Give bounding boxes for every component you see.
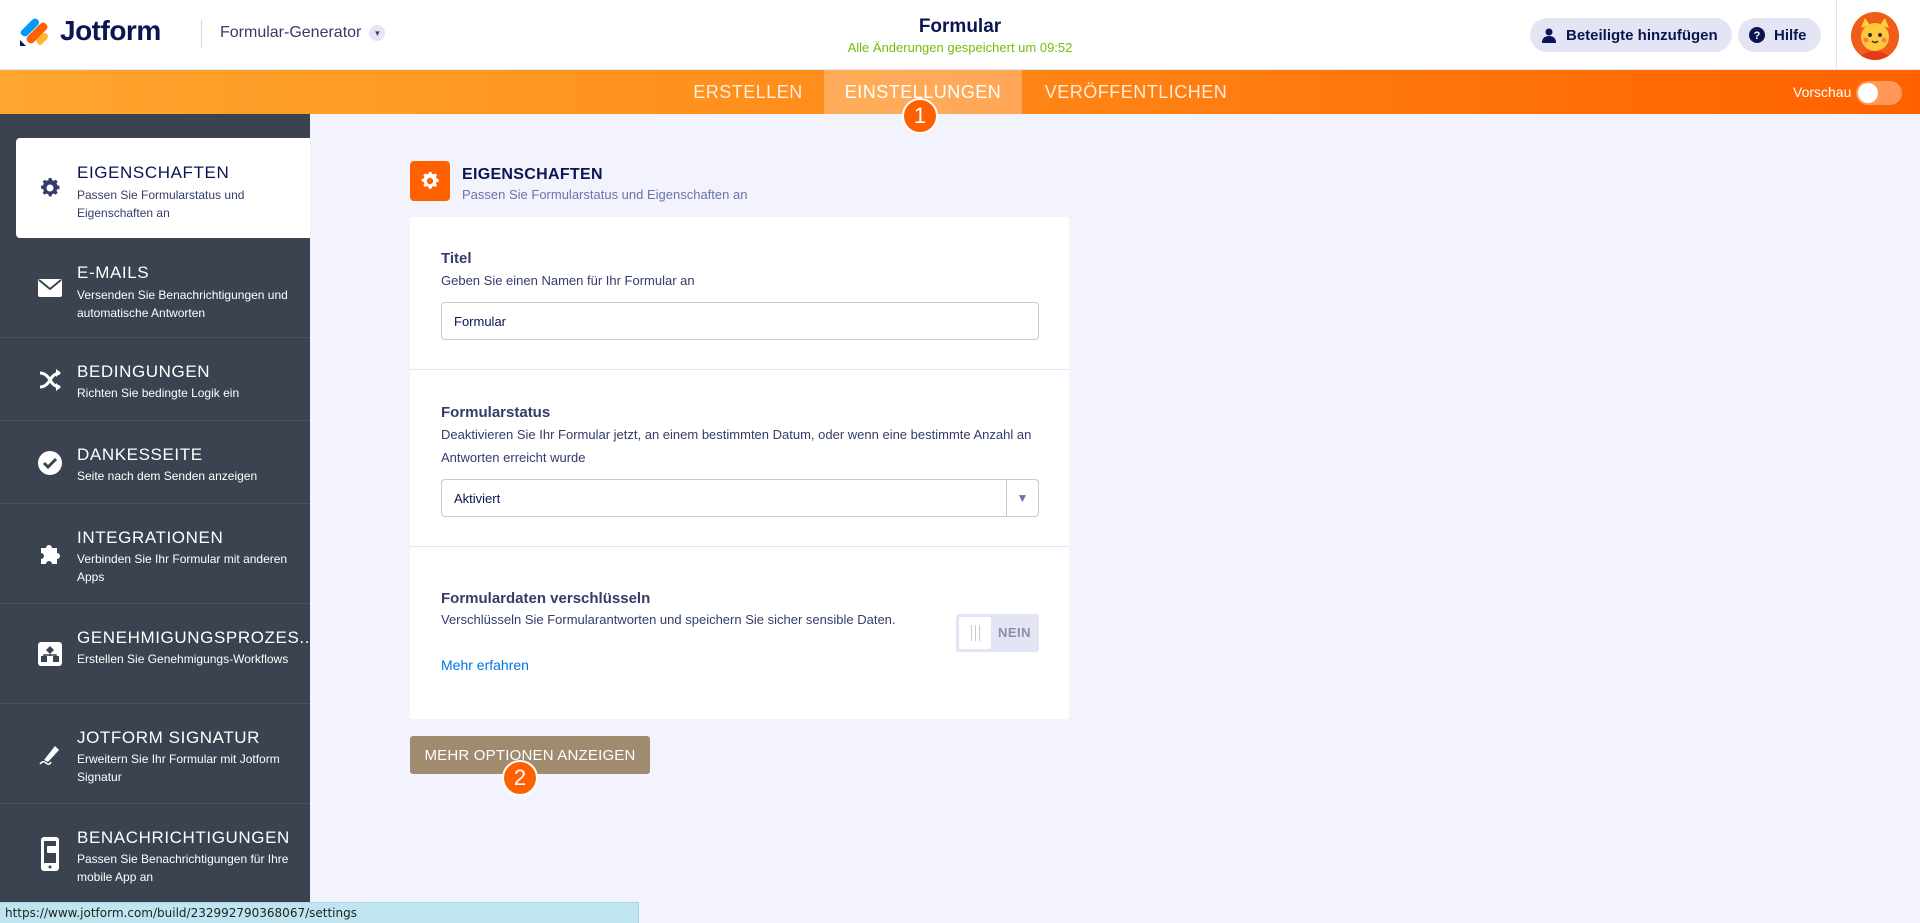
- check-circle-icon: [36, 449, 64, 477]
- browser-status-url: https://www.jotform.com/build/2329927903…: [0, 902, 639, 923]
- preview-toggle-knob: [1858, 83, 1878, 103]
- sidebar-item-desc: Erstellen Sie Genehmigungs-Workflows: [77, 652, 289, 666]
- learn-more-link[interactable]: Mehr erfahren: [441, 657, 529, 673]
- sidebar-item-title: JOTFORM SIGNATUR: [77, 728, 261, 747]
- builder-nav: ERSTELLEN EINSTELLUNGEN VERÖFFENTLICHEN …: [0, 70, 1920, 114]
- status-field-desc: Deaktivieren Sie Ihr Formular jetzt, an …: [441, 427, 1032, 465]
- envelope-icon: [36, 274, 64, 302]
- sidebar-item-integrations[interactable]: INTEGRATIONEN Verbinden Sie Ihr Formular…: [0, 504, 310, 604]
- encrypt-toggle[interactable]: NEIN: [956, 614, 1039, 652]
- gear-icon: [36, 174, 64, 202]
- tab-create[interactable]: ERSTELLEN: [688, 70, 808, 114]
- step-badge-1: 1: [902, 98, 938, 134]
- user-icon: [1540, 26, 1558, 44]
- encrypt-field-label: Formulardaten verschlüsseln: [441, 590, 651, 607]
- tab-publish[interactable]: VERÖFFENTLICHEN: [1036, 70, 1236, 114]
- question-icon: ?: [1748, 26, 1766, 44]
- sidebar-item-title: DANKESSEITE: [77, 445, 203, 464]
- sidebar-item-desc: Verbinden Sie Ihr Formular mit anderen A…: [77, 552, 288, 584]
- sidebar-item-title: BEDINGUNGEN: [77, 362, 211, 381]
- sidebar-item-title: GENEHMIGUNGSPROZES...: [77, 628, 316, 647]
- title-field-desc: Geben Sie einen Namen für Ihr Formular a…: [441, 273, 695, 288]
- avatar-image: [1851, 12, 1899, 60]
- encrypt-toggle-label: NEIN: [998, 625, 1032, 640]
- svg-text:?: ?: [1754, 30, 1761, 42]
- sidebar-item-desc: Erweitern Sie Ihr Formular mit Jotform S…: [77, 752, 280, 784]
- sidebar-item-desc: Passen Sie Benachrichtigungen für Ihre m…: [77, 852, 289, 884]
- sidebar-item-desc: Passen Sie Formularstatus und Eigenschaf…: [77, 188, 245, 220]
- sidebar-item-thankyou[interactable]: DANKESSEITE Seite nach dem Senden anzeig…: [0, 421, 310, 504]
- chevron-down-icon: ▾: [369, 25, 386, 41]
- status-select-value: Aktiviert: [454, 490, 501, 506]
- brand-name: Jotform: [60, 15, 161, 46]
- jotform-logo[interactable]: Jotform: [18, 14, 161, 48]
- step-badge-2: 2: [502, 760, 538, 796]
- jotform-logo-icon: [20, 18, 48, 46]
- help-button[interactable]: ? Hilfe: [1738, 18, 1821, 52]
- toggle-knob: [959, 617, 991, 649]
- title-field-label: Titel: [441, 250, 472, 267]
- shuffle-icon: [36, 366, 64, 394]
- sidebar-item-desc: Versenden Sie Benachrichtigungen und aut…: [77, 288, 288, 320]
- add-participants-label: Beteiligte hinzufügen: [1566, 26, 1718, 44]
- sidebar-item-title: E-MAILS: [77, 263, 150, 282]
- mobile-icon: [36, 837, 64, 871]
- sidebar-item-title: EIGENSCHAFTEN: [77, 163, 230, 182]
- help-label: Hilfe: [1774, 26, 1807, 44]
- sidebar-item-desc: Seite nach dem Senden anzeigen: [77, 469, 258, 483]
- properties-card: Titel Geben Sie einen Namen für Ihr Form…: [410, 217, 1069, 719]
- header-divider: [201, 20, 202, 48]
- top-header: Jotform Formular-Generator ▾ Formular Al…: [0, 0, 1920, 70]
- section-title: EIGENSCHAFTEN: [462, 166, 603, 183]
- sidebar-item-conditions[interactable]: BEDINGUNGEN Richten Sie bedingte Logik e…: [0, 338, 310, 421]
- divider: [410, 369, 1069, 370]
- avatar[interactable]: [1851, 12, 1899, 60]
- sidebar-item-notifications[interactable]: BENACHRICHTIGUNGEN Passen Sie Benachrich…: [0, 804, 310, 904]
- sidebar-item-approvals[interactable]: GENEHMIGUNGSPROZES... Erstellen Sie Gene…: [0, 604, 315, 704]
- section-desc: Passen Sie Formularstatus und Eigenschaf…: [462, 187, 748, 202]
- sidebar-item-title: BENACHRICHTIGUNGEN: [77, 828, 290, 847]
- pen-icon: [36, 740, 64, 768]
- builder-selector[interactable]: Formular-Generator ▾: [220, 24, 386, 42]
- puzzle-icon: [36, 540, 64, 568]
- encrypt-field-desc: Verschlüsseln Sie Formularantworten und …: [441, 612, 896, 627]
- sidebar-item-desc: Richten Sie bedingte Logik ein: [77, 386, 240, 400]
- status-field-label: Formularstatus: [441, 404, 551, 421]
- preview-toggle[interactable]: [1856, 81, 1902, 105]
- builder-selector-label: Formular-Generator: [220, 24, 362, 41]
- gear-icon: [410, 161, 450, 201]
- workflow-icon: [36, 640, 64, 668]
- sidebar-item-emails[interactable]: E-MAILS Versenden Sie Benachrichtigungen…: [0, 238, 310, 338]
- settings-sidebar: EIGENSCHAFTEN Passen Sie Formularstatus …: [0, 114, 315, 923]
- caret-down-icon: ▼: [1006, 480, 1038, 516]
- avatar-divider: [1836, 0, 1837, 70]
- preview-label: Vorschau: [1793, 84, 1852, 100]
- sidebar-item-properties[interactable]: EIGENSCHAFTEN Passen Sie Formularstatus …: [16, 138, 310, 238]
- add-participants-button[interactable]: Beteiligte hinzufügen: [1530, 18, 1732, 52]
- status-select[interactable]: Aktiviert ▼: [441, 479, 1039, 517]
- sidebar-item-title: INTEGRATIONEN: [77, 528, 224, 547]
- sidebar-item-signature[interactable]: JOTFORM SIGNATUR Erweitern Sie Ihr Formu…: [0, 704, 310, 804]
- title-input[interactable]: Formular: [441, 302, 1039, 340]
- divider: [410, 546, 1069, 547]
